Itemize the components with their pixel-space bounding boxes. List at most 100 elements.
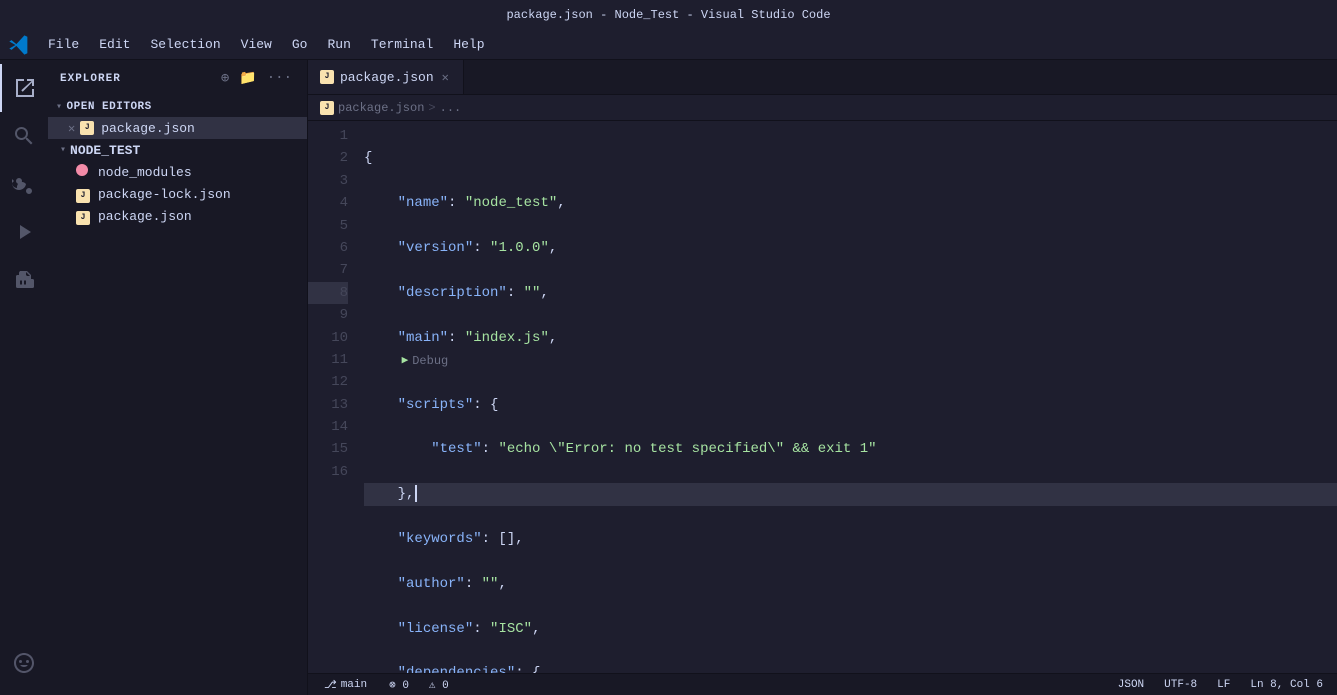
vscode-logo-icon xyxy=(8,34,30,56)
line-num-16: 16 xyxy=(308,461,348,483)
json-file-icon: J xyxy=(79,120,95,136)
status-warnings[interactable]: ⚠ 0 xyxy=(423,678,455,692)
open-editor-filename: package.json xyxy=(101,121,195,136)
code-line-11: "license": "ISC", xyxy=(364,618,1337,640)
status-cursor-position[interactable]: Ln 8, Col 6 xyxy=(1244,679,1329,691)
breadcrumb: J package.json > ... xyxy=(308,95,1337,121)
editor-area: J package.json ✕ J package.json > ... 1 … xyxy=(308,60,1337,695)
activity-bar xyxy=(0,60,48,695)
breadcrumb-sep: > xyxy=(428,101,435,115)
language-label: JSON xyxy=(1118,679,1144,691)
breadcrumb-more: ... xyxy=(440,101,462,115)
line-ending-label: LF xyxy=(1217,679,1230,691)
status-errors[interactable]: ⊗ 0 xyxy=(383,678,415,692)
code-line-8: }, xyxy=(364,483,1337,505)
line-num-8: 8 xyxy=(308,282,348,304)
titlebar: package.json - Node_Test - Visual Studio… xyxy=(0,0,1337,30)
status-bar: ⎇ main ⊗ 0 ⚠ 0 JSON UTF-8 LF Ln 8, Col 6 xyxy=(308,673,1337,695)
more-options-icon[interactable]: ··· xyxy=(264,68,295,89)
status-git-label: main xyxy=(341,679,367,691)
npm-folder-icon xyxy=(76,164,92,180)
line-num-3: 3 xyxy=(308,170,348,192)
open-editors-arrow-icon: ▾ xyxy=(56,101,63,113)
line-num-14: 14 xyxy=(308,416,348,438)
package-lock-json-file[interactable]: J package-lock.json xyxy=(48,183,307,205)
python-activity-icon[interactable] xyxy=(0,639,48,687)
line-num-9: 9 xyxy=(308,304,348,326)
search-activity-icon[interactable] xyxy=(0,112,48,160)
code-content[interactable]: { "name": "node_test", "version": "1.0.0… xyxy=(356,125,1337,673)
code-line-7: "test": "echo \"Error: no test specified… xyxy=(364,438,1337,460)
tab-close-icon[interactable]: ✕ xyxy=(440,69,451,86)
debug-play-icon: ▶ xyxy=(402,353,409,371)
node-test-section[interactable]: ▾ NODE_TEST xyxy=(48,139,307,161)
package-json-name: package.json xyxy=(98,209,192,224)
breadcrumb-filename: package.json xyxy=(338,101,424,115)
code-line-12: "dependencies": { xyxy=(364,662,1337,673)
sidebar-header-icons: ⊕ 📁 ··· xyxy=(218,68,295,89)
code-editor: 1 2 3 4 5 6 7 8 9 10 11 12 13 14 15 16 {… xyxy=(308,121,1337,673)
tab-package-json[interactable]: J package.json ✕ xyxy=(308,60,464,94)
line-num-7: 7 xyxy=(308,259,348,281)
node-test-label: NODE_TEST xyxy=(70,143,140,158)
new-folder-icon[interactable]: 📁 xyxy=(236,68,259,89)
code-line-3: "version": "1.0.0", xyxy=(364,237,1337,259)
status-git[interactable]: ⎇ main xyxy=(316,678,375,692)
code-line-5: "main": "index.js", ▶ Debug xyxy=(364,327,1337,372)
explorer-activity-icon[interactable] xyxy=(0,64,48,112)
debug-widget: ▶ Debug xyxy=(402,352,449,371)
source-control-activity-icon[interactable] xyxy=(0,160,48,208)
open-editors-section[interactable]: ▾ OPEN EDITORS xyxy=(48,97,307,117)
warning-icon: ⚠ 0 xyxy=(429,680,449,692)
line-num-2: 2 xyxy=(308,147,348,169)
cursor-position-label: Ln 8, Col 6 xyxy=(1250,679,1323,691)
main-layout: EXPLORER ⊕ 📁 ··· ▾ OPEN EDITORS ✕ J pack… xyxy=(0,60,1337,695)
explorer-title: EXPLORER xyxy=(60,73,121,85)
code-line-10: "author": "", xyxy=(364,573,1337,595)
line-num-15: 15 xyxy=(308,438,348,460)
error-icon: ⊗ 0 xyxy=(389,680,409,692)
run-activity-icon[interactable] xyxy=(0,208,48,256)
menu-selection[interactable]: Selection xyxy=(140,33,230,56)
menu-view[interactable]: View xyxy=(231,33,282,56)
line-num-11: 11 xyxy=(308,349,348,371)
menu-go[interactable]: Go xyxy=(282,33,318,56)
code-line-1: { xyxy=(364,147,1337,169)
menu-help[interactable]: Help xyxy=(443,33,494,56)
line-num-1: 1 xyxy=(308,125,348,147)
menubar: File Edit Selection View Go Run Terminal… xyxy=(0,30,1337,60)
package-lock-json-icon: J xyxy=(76,186,92,202)
package-json-file[interactable]: J package.json xyxy=(48,205,307,227)
node-modules-name: node_modules xyxy=(98,165,192,180)
line-num-13: 13 xyxy=(308,394,348,416)
line-num-4: 4 xyxy=(308,192,348,214)
debug-label: Debug xyxy=(412,352,448,371)
node-test-arrow-icon: ▾ xyxy=(60,144,66,156)
code-line-9: "keywords": [], xyxy=(364,528,1337,550)
line-numbers: 1 2 3 4 5 6 7 8 9 10 11 12 13 14 15 16 xyxy=(308,125,356,673)
menu-file[interactable]: File xyxy=(38,33,89,56)
node-modules-folder[interactable]: node_modules xyxy=(48,161,307,183)
package-lock-name: package-lock.json xyxy=(98,187,231,202)
open-editors-label: OPEN EDITORS xyxy=(67,101,152,113)
close-file-icon[interactable]: ✕ xyxy=(68,121,75,136)
open-editor-package-json[interactable]: ✕ J package.json xyxy=(48,117,307,139)
menu-run[interactable]: Run xyxy=(317,33,360,56)
status-language[interactable]: JSON xyxy=(1112,679,1150,691)
line-num-10: 10 xyxy=(308,327,348,349)
line-num-5: 5 xyxy=(308,215,348,237)
sidebar: EXPLORER ⊕ 📁 ··· ▾ OPEN EDITORS ✕ J pack… xyxy=(48,60,308,695)
code-line-6: "scripts": { xyxy=(364,394,1337,416)
code-line-2: "name": "node_test", xyxy=(364,192,1337,214)
line-num-12: 12 xyxy=(308,371,348,393)
tab-json-icon: J xyxy=(320,70,334,84)
status-encoding[interactable]: UTF-8 xyxy=(1158,679,1203,691)
new-file-icon[interactable]: ⊕ xyxy=(218,68,232,89)
extensions-activity-icon[interactable] xyxy=(0,256,48,304)
menu-terminal[interactable]: Terminal xyxy=(361,33,443,56)
line-num-6: 6 xyxy=(308,237,348,259)
code-line-4: "description": "", xyxy=(364,282,1337,304)
sidebar-header: EXPLORER ⊕ 📁 ··· xyxy=(48,60,307,97)
status-line-ending[interactable]: LF xyxy=(1211,679,1236,691)
menu-edit[interactable]: Edit xyxy=(89,33,140,56)
